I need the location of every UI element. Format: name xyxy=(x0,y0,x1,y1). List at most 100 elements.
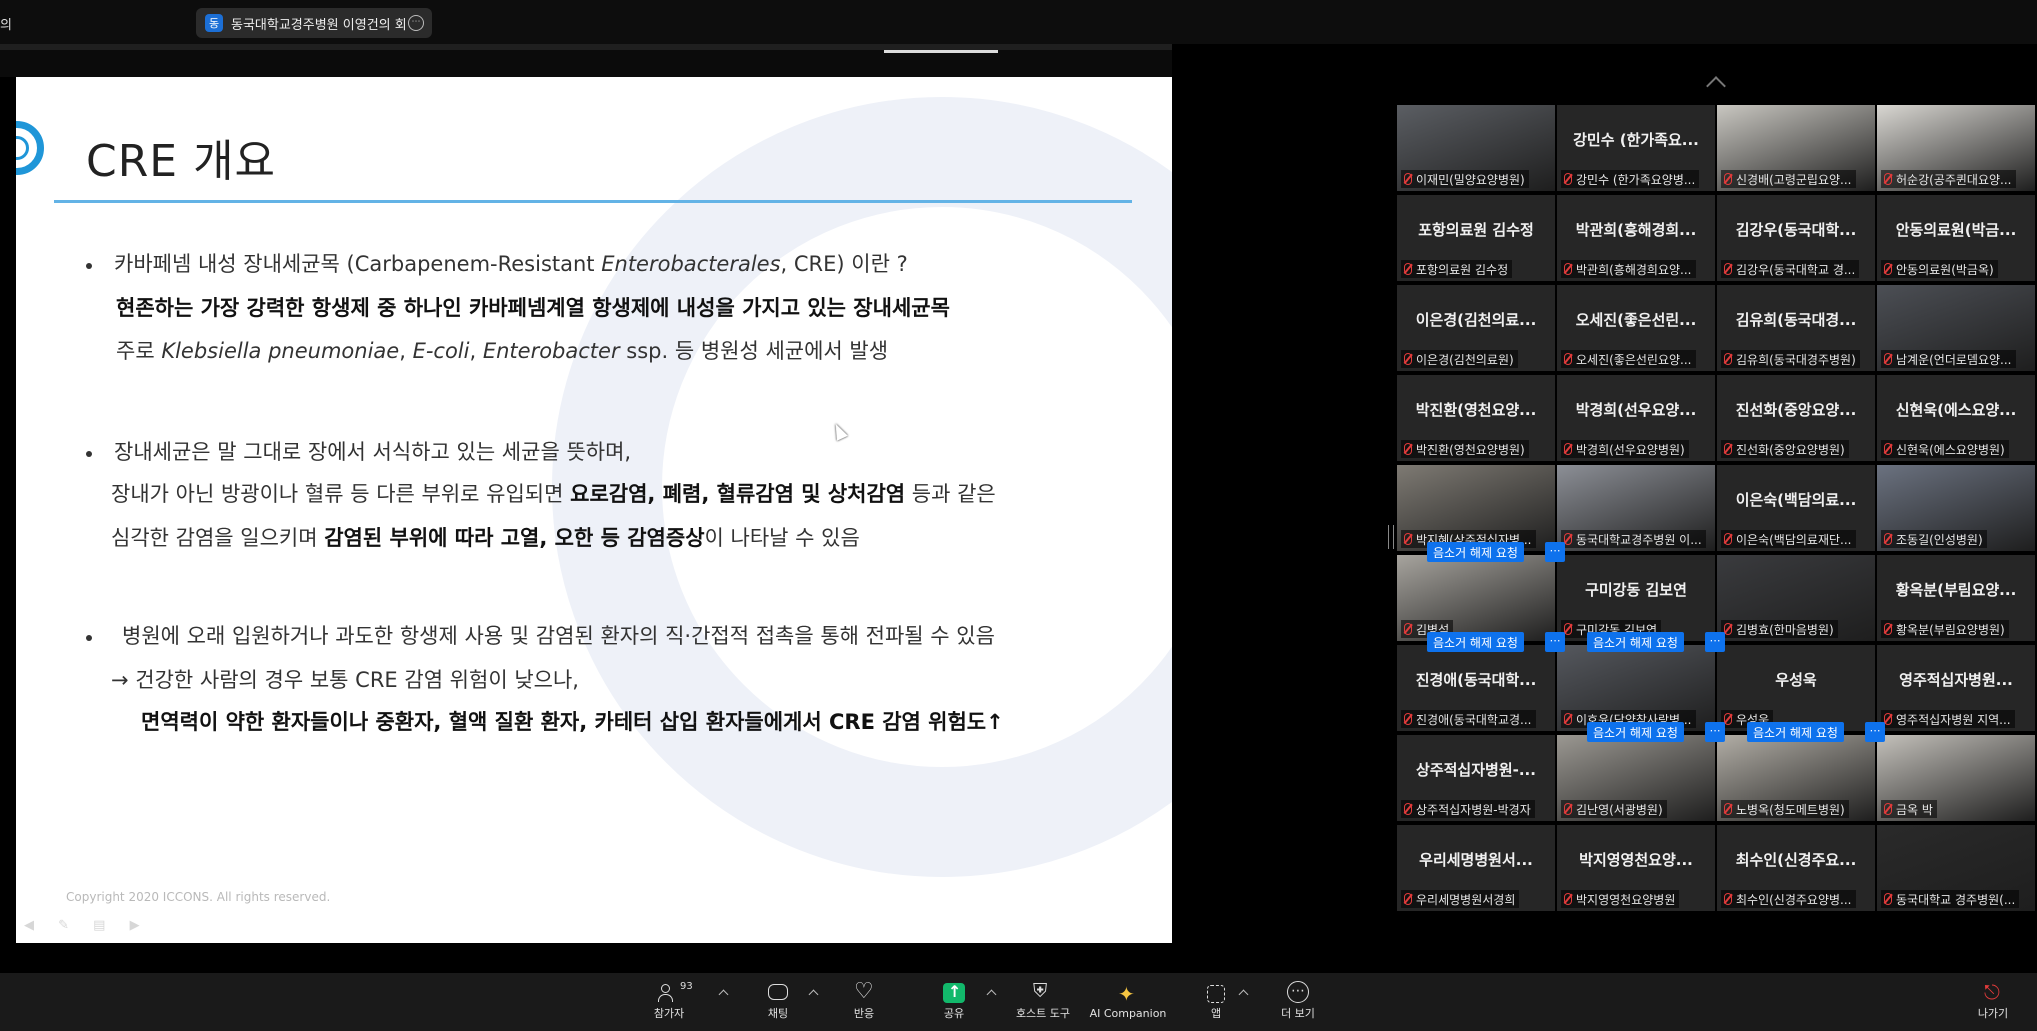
bullet-3-line-2: → 건강한 사람의 경우 보통 CRE 감염 위험이 낮으나, xyxy=(111,668,579,692)
participant-tile[interactable]: 이호윤(담양참사랑병... xyxy=(1557,645,1715,731)
participant-tile[interactable]: 김강우(동국대학... 김강우(동국대학교 경... xyxy=(1717,195,1875,281)
request-more-icon[interactable]: ⋯ xyxy=(1865,722,1885,742)
participant-display-name: 남계운(언더로뎀요양... xyxy=(1896,352,2012,367)
participant-label: 박진환(영천요양병원) xyxy=(1401,440,1529,458)
participant-tile[interactable]: 김병효(한마음병원) xyxy=(1717,555,1875,641)
participant-display-name: 이재민(밀양요양병원) xyxy=(1416,172,1525,187)
participant-display-name: 김강우(동국대학교 경... xyxy=(1736,262,1856,277)
participant-tile[interactable]: 최수인(신경주요... 최수인(신경주요양병... xyxy=(1717,825,1875,911)
participant-tile[interactable]: 황옥분(부림요양... 황옥분(부림요양병원) xyxy=(1877,555,2035,641)
unmute-request-button[interactable]: 음소거 해제 요청 xyxy=(1747,722,1844,742)
participant-tile[interactable]: 김난영(서광병원) xyxy=(1557,735,1715,821)
participant-label: 금옥 박 xyxy=(1881,800,1937,818)
participant-display-name: 이은경(김천의료원) xyxy=(1416,352,1514,367)
participant-name-title: 진경애(동국대학... xyxy=(1415,671,1537,689)
participant-tile[interactable]: 진선화(중앙요양... 진선화(중앙요양병원) xyxy=(1717,375,1875,461)
participant-display-name: 진경애(동국대학교경... xyxy=(1416,712,1532,727)
participant-tile[interactable]: 우리세명병원서... 우리세명병원서경희 xyxy=(1397,825,1555,911)
split-view-handle[interactable] xyxy=(1388,525,1394,549)
request-more-icon[interactable]: ⋯ xyxy=(1705,632,1725,652)
participant-label: 김유희(동국대경주병원) xyxy=(1721,350,1860,368)
leave-button[interactable]: 나가기 xyxy=(1972,973,2014,1031)
participant-tile[interactable]: 이은숙(백담의료... 이은숙(백담의료재단... xyxy=(1717,465,1875,551)
mic-muted-icon xyxy=(1884,893,1892,905)
participant-tile[interactable]: 박지혜(상주적십자병... xyxy=(1397,465,1555,551)
host-tools-label: 호스트 도구 xyxy=(1015,1007,1071,1020)
participant-tile[interactable]: 김병석 xyxy=(1397,555,1555,641)
unmute-request-button[interactable]: 음소거 해제 요청 xyxy=(1427,632,1524,652)
apps-caret-icon[interactable] xyxy=(1238,989,1249,1000)
mic-muted-icon xyxy=(1564,173,1572,185)
participant-tile[interactable]: 금옥 박 xyxy=(1877,735,2035,821)
participant-display-name: 이은숙(백담의료재단... xyxy=(1736,532,1852,547)
more-label: 더 보기 xyxy=(1281,1007,1315,1020)
participant-tile[interactable]: 노병옥(청도메트병원) xyxy=(1717,735,1875,821)
participant-tile[interactable]: 김유희(동국대경... 김유희(동국대경주병원) xyxy=(1717,285,1875,371)
participant-tile[interactable]: 이은경(김천의료... 이은경(김천의료원) xyxy=(1397,285,1555,371)
participant-display-name: 박진환(영천요양병원) xyxy=(1416,442,1525,457)
share-label: 공유 xyxy=(943,1007,965,1020)
participants-label: 참가자 xyxy=(653,1007,685,1020)
participant-label: 김강우(동국대학교 경... xyxy=(1721,260,1860,278)
participant-tile[interactable]: 남계운(언더로뎀요양... xyxy=(1877,285,2035,371)
chat-caret-icon[interactable] xyxy=(808,989,819,1000)
ai-companion-button[interactable]: AI Companion xyxy=(1088,973,1168,1031)
mic-muted-icon xyxy=(1724,263,1732,275)
participant-label: 최수인(신경주요양병... xyxy=(1721,890,1856,908)
request-more-icon[interactable]: ⋯ xyxy=(1545,542,1565,562)
participant-label: 황옥분(부림요양병원) xyxy=(1881,620,2009,638)
ai-companion-label: AI Companion xyxy=(1089,1006,1167,1020)
participants-caret-icon[interactable] xyxy=(718,989,729,1000)
participant-tile[interactable]: 우성욱 우성욱 xyxy=(1717,645,1875,731)
participant-tile[interactable]: 동국대학교 경주병원(... xyxy=(1877,825,2035,911)
unmute-request-button[interactable]: 음소거 해제 요청 xyxy=(1587,722,1684,742)
unmute-request-button[interactable]: 음소거 해제 요청 xyxy=(1587,632,1684,652)
participant-name-title: 상주적십자병원-... xyxy=(1416,761,1536,779)
share-button[interactable]: 공유 xyxy=(934,973,974,1031)
participant-tile[interactable]: 진경애(동국대학... 진경애(동국대학교경... xyxy=(1397,645,1555,731)
more-button[interactable]: 더 보기 xyxy=(1274,973,1322,1031)
chat-button[interactable]: 채팅 xyxy=(758,973,798,1031)
participant-tile[interactable]: 박진환(영천요양... 박진환(영천요양병원) xyxy=(1397,375,1555,461)
participant-display-name: 황옥분(부림요양병원) xyxy=(1896,622,2005,637)
participant-tile[interactable]: 동국대학교경주병원 이... xyxy=(1557,465,1715,551)
participants-button[interactable]: 93 참가자 xyxy=(648,973,693,1031)
mic-muted-icon xyxy=(1724,173,1732,185)
mic-muted-icon xyxy=(1404,443,1412,455)
participant-tile[interactable]: 박경희(선우요양... 박경희(선우요양병원) xyxy=(1557,375,1715,461)
participant-tile[interactable]: 조동길(인성병원) xyxy=(1877,465,2035,551)
share-arrow-icon xyxy=(943,982,965,1003)
participant-label: 이은숙(백담의료재단... xyxy=(1721,530,1856,548)
participant-tile[interactable]: 강민수 (한가족요... 강민수 (한가족요양병... xyxy=(1557,105,1715,191)
participant-tile[interactable]: 포항의료원 김수정 포항의료원 김수정 xyxy=(1397,195,1555,281)
more-options-icon[interactable]: ⋯ xyxy=(408,15,424,31)
participant-tile[interactable]: 안동의료원(박금... 안동의료원(박금옥) xyxy=(1877,195,2035,281)
mic-muted-icon xyxy=(1724,803,1732,815)
participant-tile[interactable]: 영주적십자병원... 영주적십자병원 지역... xyxy=(1877,645,2035,731)
participant-tile[interactable]: 박관희(흥해경희... 박관희(흥해경희요양... xyxy=(1557,195,1715,281)
participant-tile[interactable]: 구미강동 김보연 구미강동 김보연 xyxy=(1557,555,1715,641)
mic-muted-icon xyxy=(1884,263,1892,275)
share-caret-icon[interactable] xyxy=(986,989,997,1000)
reactions-label: 반응 xyxy=(853,1007,875,1020)
participant-tile[interactable]: 신현욱(에스요양... 신현욱(에스요양병원) xyxy=(1877,375,2035,461)
gallery-page-up-icon[interactable] xyxy=(1706,76,1726,96)
participant-tile[interactable]: 허순강(공주퀸대요양... xyxy=(1877,105,2035,191)
participant-display-name: 박지영영천요양병원 xyxy=(1576,892,1676,907)
share-view-indicator[interactable] xyxy=(884,50,998,53)
bullet-2-line-3: 심각한 감염을 일으키며 감염된 부위에 따라 고열, 오한 등 감염증상이 나… xyxy=(111,526,860,550)
participant-tile[interactable]: 신경배(고령군립요양... xyxy=(1717,105,1875,191)
mic-muted-icon xyxy=(1884,623,1892,635)
reactions-button[interactable]: 반응 xyxy=(844,973,884,1031)
participant-tile[interactable]: 박지영영천요양... 박지영영천요양병원 xyxy=(1557,825,1715,911)
apps-button[interactable]: 앱 xyxy=(1198,973,1234,1031)
participant-name-title: 이은경(김천의료... xyxy=(1415,311,1537,329)
participant-name-title: 진선화(중앙요양... xyxy=(1735,401,1857,419)
participant-tile[interactable]: 상주적십자병원-... 상주적십자병원-박경자 xyxy=(1397,735,1555,821)
participant-tile[interactable]: 이재민(밀양요양병원) xyxy=(1397,105,1555,191)
meeting-title-chip[interactable]: 동 동국대학교경주병원 이영건의 회 ⋯ xyxy=(196,8,432,38)
slide-nav-tools[interactable]: ◀ ✎ ▤ ▶ xyxy=(24,918,150,933)
participant-tile[interactable]: 오세진(좋은선린... 오세진(좋은선린요양... xyxy=(1557,285,1715,371)
host-tools-button[interactable]: 호스트 도구 xyxy=(1010,973,1076,1031)
unmute-request-button[interactable]: 음소거 해제 요청 xyxy=(1427,542,1524,562)
